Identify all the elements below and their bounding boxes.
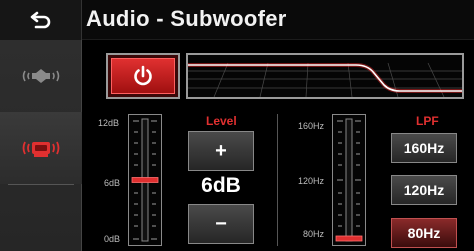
level-decrease-button[interactable]: − xyxy=(188,204,254,244)
back-button[interactable] xyxy=(0,0,82,40)
level-slider-track xyxy=(131,118,159,242)
lpf-scale-bottom-label: 80Hz xyxy=(303,229,325,239)
frequency-response-curve xyxy=(188,62,462,97)
level-title: Level xyxy=(206,114,237,128)
lpf-option-160hz[interactable]: 160Hz xyxy=(391,133,457,163)
lpf-slider-knob xyxy=(335,235,363,242)
lpf-title: LPF xyxy=(416,114,439,128)
level-scale-mid-label: 6dB xyxy=(104,178,121,188)
sidebar-item-subwoofer[interactable] xyxy=(0,112,82,184)
main-panel: 12dB 6dB 0dB Level + 6dB − 160Hz 120Hz 8… xyxy=(83,41,474,251)
frequency-response-graph xyxy=(186,53,464,99)
sidebar xyxy=(0,40,82,251)
power-button[interactable] xyxy=(106,53,180,99)
lpf-slider-track xyxy=(335,118,363,242)
level-slider-knob xyxy=(131,177,159,183)
lpf-scale-top-label: 160Hz xyxy=(298,121,325,131)
level-slider[interactable] xyxy=(128,114,162,246)
level-value: 6dB xyxy=(201,174,241,197)
lpf-slider[interactable] xyxy=(332,114,366,246)
level-scale-bottom-label: 0dB xyxy=(104,234,121,244)
subwoofer-icon xyxy=(22,141,60,157)
page-title: Audio - Subwoofer xyxy=(86,6,287,31)
back-arrow-icon xyxy=(30,11,50,29)
power-icon xyxy=(134,65,152,86)
power-button-face xyxy=(111,58,175,94)
section-divider xyxy=(277,114,278,246)
lpf-option-120hz[interactable]: 120Hz xyxy=(391,175,457,205)
level-increase-button[interactable]: + xyxy=(188,131,254,171)
sidebar-item-speakers[interactable] xyxy=(0,40,82,112)
lpf-option-80hz[interactable]: 80Hz xyxy=(391,218,457,248)
header-bar: Audio - Subwoofer xyxy=(0,0,474,40)
level-scale-top-label: 12dB xyxy=(98,118,120,128)
speakers-icon xyxy=(22,69,60,83)
lpf-scale-mid-label: 120Hz xyxy=(298,176,325,186)
sidebar-divider xyxy=(8,184,74,185)
